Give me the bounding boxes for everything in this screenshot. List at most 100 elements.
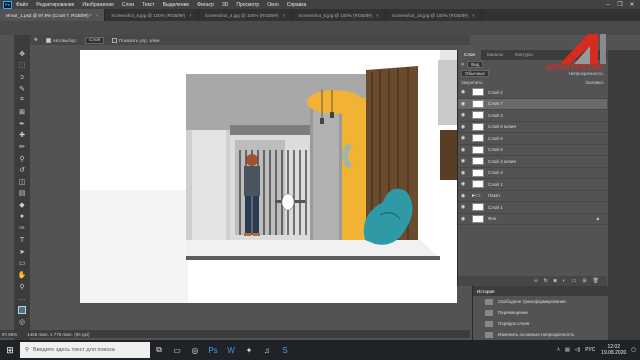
close-tab-icon[interactable]: × xyxy=(472,13,475,18)
quick-select-tool-icon[interactable]: ✎ xyxy=(17,84,27,94)
history-item[interactable]: Перемещение xyxy=(473,307,608,318)
menu-3d[interactable]: 3D xyxy=(222,2,228,8)
filter-search-icon[interactable]: ⚲ xyxy=(461,62,464,68)
tab-paths[interactable]: Контуры xyxy=(509,50,539,60)
doc-tab-ignat[interactable]: Игнат_1.psd @ 97,9% (Слой 7, RGB/8#) * × xyxy=(0,9,106,21)
skype-icon[interactable]: S xyxy=(276,340,294,360)
layer-row[interactable]: ◉ Слой 3 xyxy=(458,110,607,122)
visibility-eye-icon[interactable]: ◉ xyxy=(458,101,468,107)
tray-chevron-icon[interactable]: ˄ xyxy=(557,347,560,353)
history-brush-tool-icon[interactable]: ↺ xyxy=(17,165,27,175)
marquee-tool-icon[interactable]: ⬚ xyxy=(17,61,27,71)
menu-image[interactable]: Изображение xyxy=(82,2,114,8)
menu-layers[interactable]: Слои xyxy=(122,2,134,8)
quick-mask-icon[interactable]: ◎ xyxy=(17,317,27,327)
pen-tool-icon[interactable]: ✑ xyxy=(17,224,27,234)
close-tab-icon[interactable]: × xyxy=(189,13,192,18)
add-mask-icon[interactable]: ◙ xyxy=(554,278,557,284)
app-icon[interactable]: ✦ xyxy=(240,340,258,360)
visibility-eye-icon[interactable]: ◉ xyxy=(458,89,468,95)
visibility-eye-icon[interactable]: ◉ xyxy=(458,216,468,222)
taskbar-clock[interactable]: 12:02 19.08.2020 xyxy=(601,344,626,356)
layer-style-icon[interactable]: fx xyxy=(544,278,548,284)
menu-filter[interactable]: Фильтр xyxy=(197,2,214,8)
eyedropper-tool-icon[interactable]: ✒ xyxy=(17,119,27,129)
visibility-eye-icon[interactable]: ◉ xyxy=(458,170,468,176)
more-tools-icon[interactable]: … xyxy=(17,293,27,303)
visibility-eye-icon[interactable]: ◉ xyxy=(458,204,468,210)
visibility-eye-icon[interactable]: ◉ xyxy=(458,193,468,199)
healing-brush-tool-icon[interactable]: ✚ xyxy=(17,130,27,140)
photoshop-taskbar-icon[interactable]: Ps xyxy=(204,340,222,360)
doc-tab-screenshot-5[interactable]: Screenshot_5.jpg @ 100% (RGB/8#) × xyxy=(292,9,386,21)
adjustment-layer-icon[interactable]: ◐ xyxy=(563,278,566,284)
autoselect-option[interactable]: Автовыбор: xyxy=(45,37,77,43)
new-layer-icon[interactable]: ⊞ xyxy=(582,278,586,284)
crop-tool-icon[interactable]: ⌗ xyxy=(17,96,27,106)
layer-row[interactable]: ◉ Слой 6 xyxy=(458,133,607,145)
dodge-tool-icon[interactable]: ● xyxy=(17,212,27,222)
minimize-button[interactable]: – xyxy=(602,2,614,8)
maximize-button[interactable]: ❐ xyxy=(614,1,626,8)
delete-layer-icon[interactable]: 🗑︎ xyxy=(593,278,599,284)
menu-file[interactable]: Файл xyxy=(16,2,28,8)
eraser-tool-icon[interactable]: ◫ xyxy=(17,177,27,187)
menu-view[interactable]: Просмотр xyxy=(236,2,259,8)
close-tab-icon[interactable]: × xyxy=(96,13,99,18)
notifications-icon[interactable]: ▢ xyxy=(631,347,636,353)
doc-tab-screenshot-25[interactable]: Screenshot_25.jpg @ 100% (RGB/8#) × xyxy=(386,9,482,21)
layer-row[interactable]: ◉ Слой 4 xyxy=(458,168,607,179)
visibility-eye-icon[interactable]: ◉ xyxy=(458,135,468,141)
zoom-level[interactable]: 97,86% xyxy=(2,332,17,337)
windows-start-icon[interactable]: ⊞ xyxy=(0,340,20,360)
brush-tool-icon[interactable]: ✏ xyxy=(17,142,27,152)
layer-row[interactable]: ◉ Слой 6 копия xyxy=(458,122,607,133)
zoom-tool-icon[interactable]: ⚲ xyxy=(17,282,27,292)
layer-group-row[interactable]: ◉ ▸▭ Пакет xyxy=(458,191,607,202)
layer-row[interactable]: ◉ Слой 1 xyxy=(458,179,607,191)
hand-tool-icon[interactable]: ✋ xyxy=(17,270,27,280)
doc-tab-screenshot-4[interactable]: Screenshot_4.jpg @ 100% (RGB/8#) × xyxy=(199,9,293,21)
music-app-icon[interactable]: ♫ xyxy=(258,340,276,360)
menu-help[interactable]: Справка xyxy=(287,2,307,8)
layer-row[interactable]: ◉ Слой 5 xyxy=(458,145,607,156)
task-view-icon[interactable]: ⧉ xyxy=(150,340,168,360)
doc-tab-screenshot-6[interactable]: Screenshot_6.jpg @ 100% (RGB/8#) × xyxy=(105,9,199,21)
layer-row[interactable]: ◉ Слой 4 копия xyxy=(458,156,607,168)
layer-row[interactable]: ◉ Слой 1 xyxy=(458,202,607,214)
close-button[interactable]: ✕ xyxy=(626,1,638,8)
layer-row[interactable]: ◉ Фон 🔒︎ xyxy=(458,214,607,225)
move-tool-icon[interactable]: ✥ xyxy=(17,49,27,59)
link-layers-icon[interactable]: ∞ xyxy=(534,278,538,284)
menu-type[interactable]: Текст xyxy=(142,2,155,8)
lasso-tool-icon[interactable]: ↄ xyxy=(17,72,27,82)
volume-icon[interactable]: ◁) xyxy=(575,347,581,353)
blend-mode-select[interactable]: Обычные xyxy=(461,70,489,77)
taskbar-search-box[interactable]: ⚲ Введите здесь текст для поиска xyxy=(20,342,150,358)
visibility-eye-icon[interactable]: ◉ xyxy=(458,112,468,118)
tab-layers[interactable]: Слои xyxy=(458,50,481,60)
rectangle-tool-icon[interactable]: ▭ xyxy=(17,259,27,269)
network-icon[interactable]: ▤ xyxy=(565,347,570,353)
history-item[interactable]: Порядок слоев xyxy=(473,318,608,329)
menu-window[interactable]: Окно xyxy=(267,2,279,8)
show-transform-checkbox[interactable] xyxy=(112,37,117,43)
file-explorer-icon[interactable]: ▭ xyxy=(168,340,186,360)
history-item[interactable]: Изменить основные непрозрачность xyxy=(473,329,608,340)
word-icon[interactable]: W xyxy=(222,340,240,360)
menu-select[interactable]: Выделение xyxy=(163,2,190,8)
frame-tool-icon[interactable]: ⊠ xyxy=(17,107,27,117)
layer-row[interactable]: ◉ Слой 2 xyxy=(458,87,607,99)
path-selection-tool-icon[interactable]: ➤ xyxy=(17,247,27,257)
move-tool-option-icon[interactable]: ✥ xyxy=(34,37,38,43)
close-tab-icon[interactable]: × xyxy=(376,13,379,18)
close-tab-icon[interactable]: × xyxy=(283,13,286,18)
foreground-color-swatch[interactable] xyxy=(17,305,27,315)
visibility-eye-icon[interactable]: ◉ xyxy=(458,181,468,187)
gradient-tool-icon[interactable]: ▤ xyxy=(17,189,27,199)
clone-stamp-tool-icon[interactable]: ⚲ xyxy=(17,154,27,164)
layer-row-selected[interactable]: ◉ Слой 7 xyxy=(458,98,607,110)
history-item[interactable]: Свободное трансформирование xyxy=(473,296,608,307)
blur-tool-icon[interactable]: ◆ xyxy=(17,200,27,210)
visibility-eye-icon[interactable]: ◉ xyxy=(458,147,468,153)
